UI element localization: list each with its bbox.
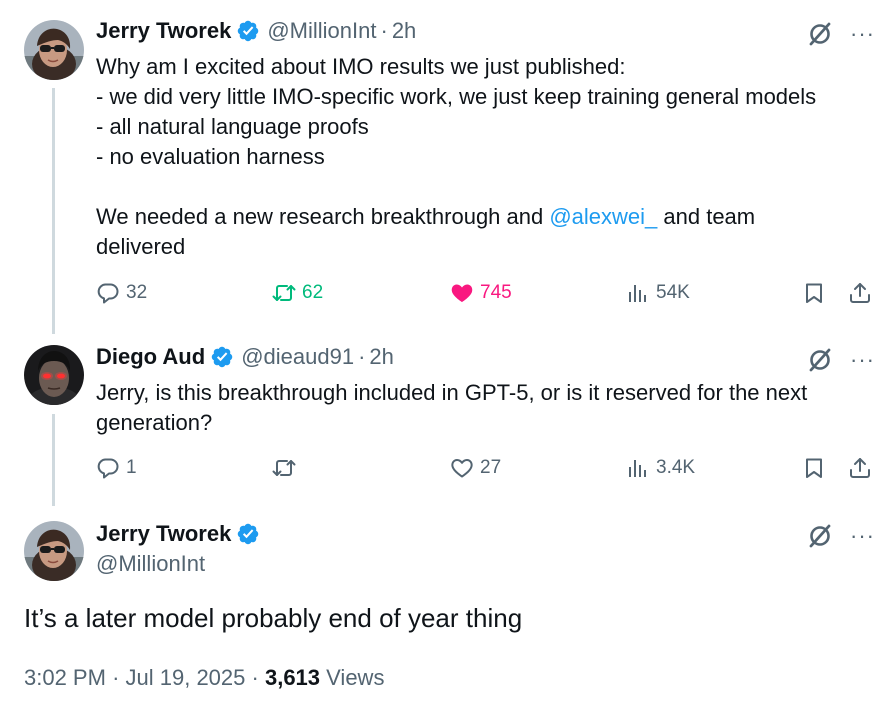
author-handle[interactable]: @MillionInt xyxy=(96,551,205,577)
tweet-top-actions: ··· xyxy=(806,346,875,374)
avatar[interactable] xyxy=(24,521,84,581)
repost-button[interactable] xyxy=(272,456,302,480)
author-name[interactable]: Diego Aud xyxy=(96,344,205,370)
tweet-line: - no evaluation harness xyxy=(96,144,325,169)
tweet-date[interactable]: Jul 19, 2025 xyxy=(126,665,246,690)
repost-icon xyxy=(272,281,296,305)
bookmark-button[interactable] xyxy=(802,281,826,305)
separator-dot: · xyxy=(358,344,366,369)
like-count: 27 xyxy=(480,457,502,478)
tweet-top-actions: ··· xyxy=(806,20,875,48)
tweet-text: Jerry, is this breakthrough included in … xyxy=(96,378,807,438)
share-icon xyxy=(848,281,872,305)
tweet-line-text: and team xyxy=(657,204,756,229)
author-name[interactable]: Jerry Tworek xyxy=(96,18,231,44)
views-count: 3,613 xyxy=(264,665,321,690)
avatar[interactable] xyxy=(24,20,84,80)
reply-count: 32 xyxy=(126,282,148,303)
tweet-line: - we did very little IMO-specific work, … xyxy=(96,84,817,109)
author-handle[interactable]: @MillionInt xyxy=(267,18,376,44)
views-count: 54K xyxy=(656,282,690,303)
author-handle-row: @MillionInt xyxy=(96,551,205,577)
like-button[interactable]: 27 xyxy=(450,456,501,480)
reply-count: 1 xyxy=(126,457,137,478)
tweet-line-text: We needed a new research breakthrough an… xyxy=(96,204,550,229)
thread-line xyxy=(52,414,55,506)
views-icon xyxy=(626,456,650,480)
action-bar: 32 62 745 54K xyxy=(96,281,872,311)
like-count: 745 xyxy=(480,282,512,303)
reply-icon xyxy=(96,456,120,480)
tweet-line: Jerry, is this breakthrough included in … xyxy=(96,380,808,405)
tweet-line: - all natural language proofs xyxy=(96,114,369,139)
share-icon xyxy=(848,456,872,480)
thread-line xyxy=(52,88,55,334)
separator-dot: · xyxy=(251,665,259,690)
tweet-line: We needed a new research breakthrough an… xyxy=(96,202,816,232)
grok-icon[interactable] xyxy=(806,20,834,48)
share-button[interactable] xyxy=(848,456,872,480)
author-name[interactable]: Jerry Tworek xyxy=(96,521,231,547)
tweet-header: Jerry Tworek @MillionInt · 2h xyxy=(96,18,416,44)
tweet-line: Why am I excited about IMO results we ju… xyxy=(96,54,626,79)
bookmark-button[interactable] xyxy=(802,456,826,480)
reply-icon xyxy=(96,281,120,305)
views-count: 3.4K xyxy=(656,457,696,478)
separator-dot: · xyxy=(112,665,120,690)
avatar[interactable] xyxy=(24,345,84,405)
bookmark-icon xyxy=(802,456,826,480)
more-icon[interactable]: ··· xyxy=(850,525,875,547)
grok-icon[interactable] xyxy=(806,346,834,374)
verified-badge-icon xyxy=(210,345,234,369)
tweet-text: Why am I excited about IMO results we ju… xyxy=(96,52,816,262)
repost-button[interactable]: 62 xyxy=(272,281,323,305)
like-icon xyxy=(450,281,474,305)
like-button[interactable]: 745 xyxy=(450,281,512,305)
tweet-header: Diego Aud @dieaud91 · 2h xyxy=(96,344,394,370)
repost-count: 62 xyxy=(302,282,324,303)
tweet-top-actions: ··· xyxy=(806,522,875,550)
tweet-timestamp[interactable]: 3:02 PM xyxy=(24,665,106,690)
reply-button[interactable]: 32 xyxy=(96,281,147,305)
mention-link[interactable]: @alexwei_ xyxy=(549,204,657,229)
main-tweet-text: It’s a later model probably end of year … xyxy=(24,603,523,633)
tweet-line: generation? xyxy=(96,410,213,435)
views-button[interactable]: 54K xyxy=(626,281,690,305)
tweet-line: delivered xyxy=(96,234,186,259)
tweet-header: Jerry Tworek xyxy=(96,521,260,547)
action-bar: 1 27 3.4K xyxy=(96,456,872,486)
like-icon xyxy=(450,456,474,480)
verified-badge-icon xyxy=(236,522,260,546)
author-handle[interactable]: @dieaud91 xyxy=(241,344,354,370)
more-icon[interactable]: ··· xyxy=(850,349,875,371)
separator-dot: · xyxy=(380,18,388,43)
grok-icon[interactable] xyxy=(806,522,834,550)
verified-badge-icon xyxy=(236,19,260,43)
more-icon[interactable]: ··· xyxy=(850,23,875,45)
share-button[interactable] xyxy=(848,281,872,305)
views-button[interactable]: 3.4K xyxy=(626,456,695,480)
views-icon xyxy=(626,281,650,305)
tweet-time[interactable]: 2h xyxy=(369,344,393,370)
views-label: Views xyxy=(326,665,385,690)
repost-icon xyxy=(272,456,296,480)
tweet-meta: 3:02 PM · Jul 19, 2025 · 3,613 Views xyxy=(24,665,384,691)
bookmark-icon xyxy=(802,281,826,305)
tweet-time[interactable]: 2h xyxy=(392,18,416,44)
reply-button[interactable]: 1 xyxy=(96,456,137,480)
